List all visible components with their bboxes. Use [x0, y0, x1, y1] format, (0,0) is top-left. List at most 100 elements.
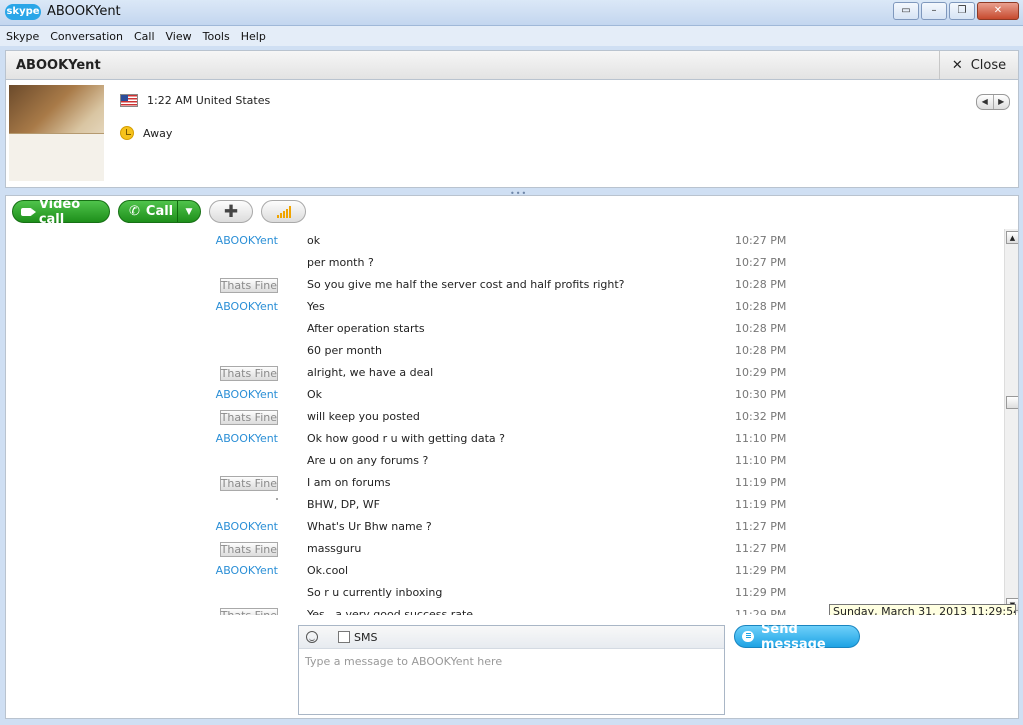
- message-text: What's Ur Bhw name ?: [307, 520, 432, 533]
- message-sender[interactable]: Thats Fine: [219, 278, 278, 293]
- message-time: 11:19 PM: [735, 498, 787, 511]
- message-time: 11:10 PM: [735, 454, 787, 467]
- menu-view[interactable]: View: [160, 30, 197, 43]
- message-row: ABOOKYent Ok 10:30 PM: [6, 384, 1006, 406]
- message-composer: SMS Type a message to ABOOKYent here: [298, 625, 725, 715]
- minimize-icon[interactable]: –: [921, 2, 947, 20]
- message-sender[interactable]: ABOOKYent: [216, 300, 278, 313]
- menu-help[interactable]: Help: [235, 30, 271, 43]
- menu-tools[interactable]: Tools: [197, 30, 235, 43]
- message-text: After operation starts: [307, 322, 425, 335]
- message-row: So r u currently inboxing 11:29 PM: [6, 582, 1006, 604]
- message-text: massguru: [307, 542, 362, 555]
- video-call-button[interactable]: Video call: [12, 197, 110, 227]
- video-call-label: Video call: [38, 196, 81, 227]
- local-time: 1:22 AM United States: [147, 94, 271, 107]
- message-sender[interactable]: ABOOKYent: [216, 520, 278, 533]
- us-flag-icon: [120, 94, 138, 107]
- avatar-image-lower: [9, 133, 104, 181]
- message-input[interactable]: Type a message to ABOOKYent here: [305, 655, 502, 668]
- scroll-thumb[interactable]: [1006, 396, 1018, 409]
- close-label: Close: [970, 57, 1007, 73]
- message-sender[interactable]: Thats Fine: [219, 366, 278, 381]
- message-text: I am on forums: [307, 476, 391, 489]
- menu-conversation[interactable]: Conversation: [44, 30, 128, 43]
- chat-scrollbar[interactable]: ▲ ▼: [1004, 229, 1018, 613]
- message-text: 60 per month: [307, 344, 382, 357]
- message-text: Ok: [307, 388, 323, 401]
- message-time: 10:29 PM: [735, 366, 787, 379]
- message-row: ABOOKYent ok 10:27 PM: [6, 230, 1006, 252]
- signal-bars-icon: [276, 205, 291, 218]
- message-sender[interactable]: ABOOKYent: [216, 388, 278, 401]
- message-sender[interactable]: ABOOKYent: [216, 564, 278, 577]
- message-row: ABOOKYent Yes 10:28 PM: [6, 296, 1006, 318]
- menu-skype[interactable]: Skype: [0, 30, 44, 43]
- chat-history[interactable]: ABOOKYent ok 10:27 PM per month ? 10:27 PM Th…: [5, 228, 1019, 615]
- call-quality-button[interactable]: [261, 200, 306, 223]
- message-row: After operation starts 10:28 PM: [6, 318, 1006, 340]
- message-text: So r u currently inboxing: [307, 586, 443, 599]
- message-sender[interactable]: Thats Fine: [219, 542, 278, 557]
- message-sender[interactable]: Thats Fine: [219, 410, 278, 425]
- message-row: per month ? 10:27 PM: [6, 252, 1006, 274]
- window-controls: ▭ – ❐ ✕: [893, 2, 1019, 20]
- message-text: Are u on any forums ?: [307, 454, 429, 467]
- status-text: Away: [143, 126, 173, 140]
- sms-label: SMS: [354, 630, 378, 644]
- message-time: 11:10 PM: [735, 432, 787, 445]
- message-sender[interactable]: [276, 498, 278, 500]
- status-row: Away: [120, 126, 172, 140]
- message-text: ok: [307, 234, 321, 247]
- add-button[interactable]: ✚: [209, 200, 253, 223]
- local-time-row: 1:22 AM United States: [120, 94, 270, 107]
- message-row: Thats Fine I am on forums 11:19 PM: [6, 472, 1006, 494]
- menu-call[interactable]: Call: [128, 30, 160, 43]
- message-text: BHW, DP, WF: [307, 498, 380, 511]
- close-conversation-button[interactable]: ✕ Close: [939, 51, 1018, 79]
- away-status-icon: [120, 126, 134, 140]
- close-window-icon[interactable]: ✕: [977, 2, 1019, 20]
- message-time: 10:30 PM: [735, 388, 787, 401]
- plus-icon: ✚: [223, 201, 239, 222]
- avatar[interactable]: [9, 85, 104, 181]
- message-time: 11:29 PM: [735, 586, 787, 599]
- prev-arrow-icon[interactable]: ◀: [977, 95, 994, 109]
- message-time: 11:29 PM: [735, 608, 787, 615]
- message-time: 11:29 PM: [735, 564, 787, 577]
- call-toolbar: Video call ✆ Call ▼ ✚: [5, 195, 1019, 228]
- message-time: 10:28 PM: [735, 322, 787, 335]
- message-row: Thats Fine will keep you posted 10:32 PM: [6, 406, 1006, 428]
- next-arrow-icon[interactable]: ▶: [994, 95, 1010, 109]
- chat-bubble-icon: [742, 631, 755, 642]
- message-row: Thats Fine So you give me half the server…: [6, 274, 1006, 296]
- message-text: per month ?: [307, 256, 374, 269]
- message-row: ABOOKYent Ok.cool 11:29 PM: [6, 560, 1006, 582]
- message-text: Yes , a very good success rate: [307, 608, 474, 615]
- compact-view-icon[interactable]: ▭: [893, 2, 919, 20]
- window-title: ABOOKYent: [47, 4, 121, 19]
- message-sender[interactable]: ABOOKYent: [216, 234, 278, 247]
- restore-icon[interactable]: ❐: [949, 2, 975, 20]
- send-message-button[interactable]: Send message: [734, 622, 860, 652]
- message-sender[interactable]: ABOOKYent: [216, 432, 278, 445]
- contact-header: ABOOKYent ✕ Close: [5, 50, 1019, 80]
- scroll-up-icon[interactable]: ▲: [1006, 231, 1018, 244]
- message-time: 11:19 PM: [735, 476, 787, 489]
- emoticon-icon[interactable]: [306, 631, 318, 643]
- message-row: Thats Fine alright, we have a deal 10:29 P…: [6, 362, 1006, 384]
- message-time: 10:32 PM: [735, 410, 787, 423]
- message-time: 11:27 PM: [735, 542, 787, 555]
- message-sender[interactable]: Thats Fine: [219, 608, 278, 615]
- message-row: Thats Fine massguru 11:27 PM: [6, 538, 1006, 560]
- sms-checkbox[interactable]: [338, 631, 350, 643]
- message-sender[interactable]: Thats Fine: [219, 476, 278, 491]
- title-bar: skype ABOOKYent ▭ – ❐ ✕: [0, 0, 1023, 26]
- chevron-down-icon[interactable]: ▼: [177, 201, 200, 222]
- message-row: Are u on any forums ? 11:10 PM: [6, 450, 1006, 472]
- phone-icon: ✆: [129, 204, 140, 219]
- call-button[interactable]: ✆ Call ▼: [118, 200, 201, 223]
- contact-name: ABOOKYent: [16, 58, 101, 73]
- message-text: Ok.cool: [307, 564, 349, 577]
- message-time: 10:28 PM: [735, 300, 787, 313]
